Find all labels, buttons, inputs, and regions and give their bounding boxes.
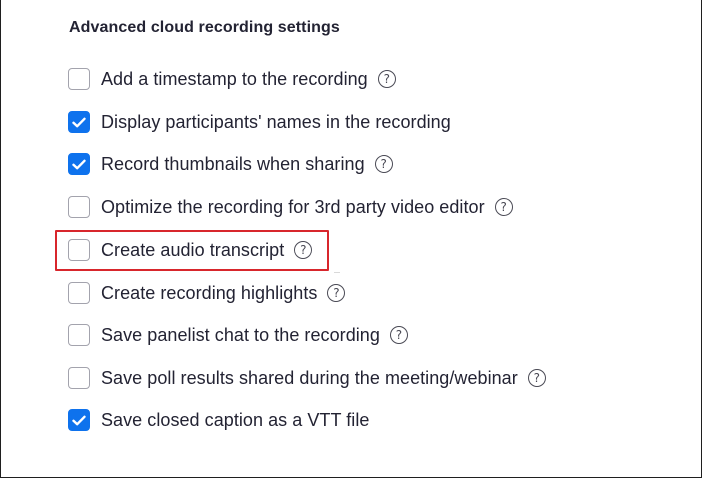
option-label: Save poll results shared during the meet…: [101, 367, 518, 388]
option-label: Save closed caption as a VTT file: [101, 409, 370, 430]
checkbox[interactable]: [68, 196, 90, 218]
option-record-thumbnails[interactable]: Record thumbnails when sharing ?: [68, 152, 393, 176]
settings-panel: Advanced cloud recording settings Add a …: [0, 0, 702, 478]
checkbox[interactable]: [68, 153, 90, 175]
option-save-poll-results[interactable]: Save poll results shared during the meet…: [68, 366, 546, 390]
option-optimize-3rd-party-editor[interactable]: Optimize the recording for 3rd party vid…: [68, 195, 513, 219]
option-label: Save panelist chat to the recording: [101, 324, 380, 345]
option-label: Add a timestamp to the recording: [101, 68, 368, 89]
question-circle-icon[interactable]: ?: [374, 155, 393, 173]
checkbox[interactable]: [68, 367, 90, 389]
checkmark-icon: [72, 159, 86, 169]
highlight-annotation-box: [55, 230, 329, 271]
checkbox[interactable]: [68, 409, 90, 431]
checkmark-icon: [72, 415, 86, 425]
option-create-recording-highlights[interactable]: Create recording highlights ?: [68, 281, 346, 305]
divider-mark: [334, 272, 340, 273]
question-circle-icon[interactable]: ?: [494, 198, 513, 216]
option-label: Optimize the recording for 3rd party vid…: [101, 196, 485, 217]
option-display-participant-names[interactable]: Display participants' names in the recor…: [68, 110, 451, 134]
option-save-closed-caption-vtt[interactable]: Save closed caption as a VTT file: [68, 408, 369, 432]
checkbox[interactable]: [68, 68, 90, 90]
section-title: Advanced cloud recording settings: [69, 19, 340, 36]
question-circle-icon[interactable]: ?: [327, 284, 346, 302]
checkmark-icon: [72, 117, 86, 127]
question-circle-icon[interactable]: ?: [389, 326, 408, 344]
question-circle-icon[interactable]: ?: [377, 70, 396, 88]
checkbox[interactable]: [68, 282, 90, 304]
checkbox[interactable]: [68, 324, 90, 346]
option-label: Display participants' names in the recor…: [101, 111, 451, 132]
option-label: Record thumbnails when sharing: [101, 153, 365, 174]
option-save-panelist-chat[interactable]: Save panelist chat to the recording ?: [68, 323, 408, 347]
checkbox[interactable]: [68, 111, 90, 133]
option-label: Create recording highlights: [101, 282, 318, 303]
option-add-timestamp[interactable]: Add a timestamp to the recording ?: [68, 67, 396, 91]
question-circle-icon[interactable]: ?: [527, 369, 546, 387]
